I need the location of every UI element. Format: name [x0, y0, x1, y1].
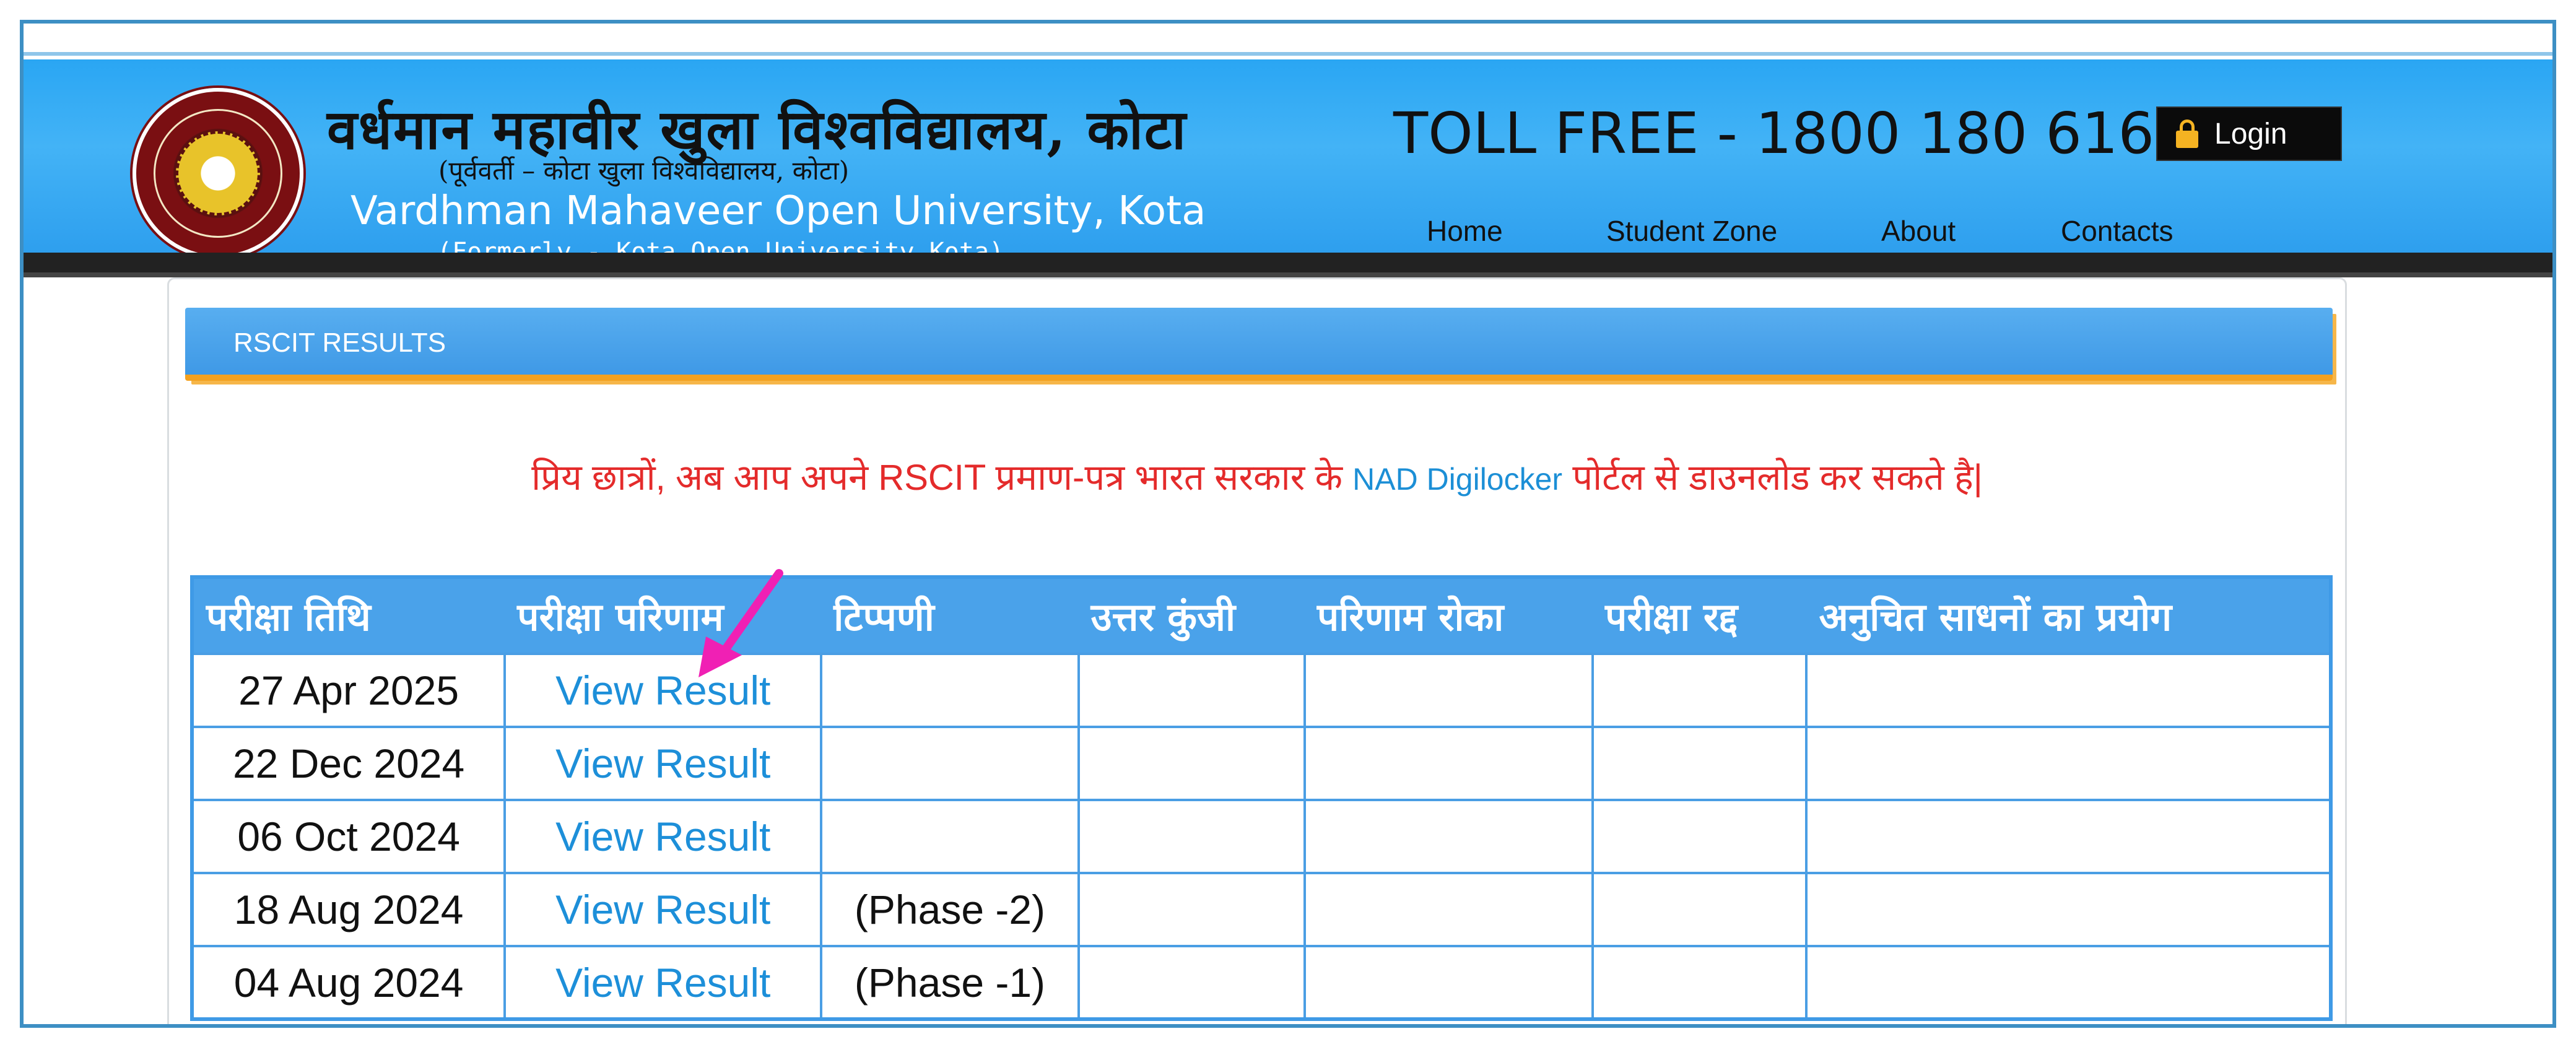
seal-emblem — [176, 131, 260, 215]
withheld-cell — [1303, 653, 1595, 728]
unfair-means-cell — [1805, 799, 2332, 874]
cancelled-cell — [1591, 799, 1808, 874]
view-result-link[interactable]: View Result — [503, 945, 823, 1020]
notice-text-after: पोर्टल से डाउनलोड कर सकते है| — [1562, 458, 1983, 498]
col-unfair-means: अनुचित साधनों का प्रयोग — [1806, 577, 2331, 654]
remark-cell — [820, 799, 1080, 874]
view-result-link[interactable]: View Result — [503, 799, 823, 874]
results-table: परीक्षा तिथि परीक्षा परिणाम टिप्पणी उत्त… — [190, 575, 2333, 1021]
table-row: 06 Oct 2024 View Result — [190, 799, 2332, 874]
top-strip — [24, 24, 2552, 56]
unfair-means-cell — [1805, 872, 2332, 947]
site-subtitle-hindi: (पूर्ववर्ती – कोटा खुला विश्वविद्यालय, क… — [438, 155, 850, 186]
section-title: RSCIT RESULTS — [233, 328, 446, 358]
exam-date-cell: 27 Apr 2025 — [190, 653, 507, 728]
remark-cell: (Phase -1) — [820, 945, 1080, 1020]
login-button[interactable]: Login — [2156, 106, 2342, 161]
withheld-cell — [1303, 872, 1595, 947]
notice-text-before: प्रिय छात्रों, अब आप अपने RSCIT प्रमाण-प… — [531, 458, 1353, 498]
withheld-cell — [1303, 945, 1595, 1020]
exam-date-cell: 22 Dec 2024 — [190, 726, 507, 801]
col-exam-date: परीक्षा तिथि — [192, 577, 505, 654]
table-row: 22 Dec 2024 View Result — [190, 726, 2332, 801]
results-panel: RSCIT RESULTS प्रिय छात्रों, अब आप अपने … — [167, 277, 2347, 1024]
unfair-means-cell — [1805, 726, 2332, 801]
col-result-withheld: परिणाम रोका — [1304, 577, 1593, 654]
view-result-link[interactable]: View Result — [503, 726, 823, 801]
table-row: 04 Aug 2024 View Result (Phase -1) — [190, 945, 2332, 1020]
answer-key-cell — [1077, 945, 1306, 1020]
exam-date-cell: 04 Aug 2024 — [190, 945, 507, 1020]
cancelled-cell — [1591, 872, 1808, 947]
unfair-means-cell — [1805, 945, 2332, 1020]
col-remark: टिप्पणी — [821, 577, 1079, 654]
digilocker-notice: प्रिय छात्रों, अब आप अपने RSCIT प्रमाण-प… — [169, 451, 2345, 500]
table-header: परीक्षा तिथि परीक्षा परिणाम टिप्पणी उत्त… — [192, 577, 2331, 654]
cancelled-cell — [1591, 945, 1808, 1020]
nav-home[interactable]: Home — [1427, 214, 1503, 258]
answer-key-cell — [1077, 872, 1306, 947]
col-exam-cancelled: परीक्षा रद्द — [1593, 577, 1807, 654]
nav-student-zone[interactable]: Student Zone — [1606, 214, 1777, 258]
nav-about[interactable]: About — [1881, 214, 1956, 258]
remark-cell — [820, 726, 1080, 801]
login-label: Login — [2214, 117, 2287, 150]
withheld-cell — [1303, 799, 1595, 874]
unfair-means-cell — [1805, 653, 2332, 728]
exam-date-cell: 06 Oct 2024 — [190, 799, 507, 874]
exam-date-cell: 18 Aug 2024 — [190, 872, 507, 947]
cancelled-cell — [1591, 726, 1808, 801]
site-header: वर्धमान महावीर खुला विश्वविद्यालय, कोटा … — [24, 59, 2552, 266]
header-divider-shadow — [24, 272, 2552, 277]
header-divider — [24, 253, 2552, 272]
section-header: RSCIT RESULTS — [185, 308, 2333, 381]
col-answer-key: उत्तर कुंजी — [1078, 577, 1305, 654]
withheld-cell — [1303, 726, 1595, 801]
toll-free-number: TOLL FREE - 1800 180 6166 — [1393, 100, 2191, 167]
table-row: 18 Aug 2024 View Result (Phase -2) — [190, 872, 2332, 947]
answer-key-cell — [1077, 726, 1306, 801]
browser-frame: वर्धमान महावीर खुला विश्वविद्यालय, कोटा … — [20, 20, 2556, 1028]
remark-cell: (Phase -2) — [820, 872, 1080, 947]
view-result-link[interactable]: View Result — [503, 872, 823, 947]
remark-cell — [820, 653, 1080, 728]
table-header-row: परीक्षा तिथि परीक्षा परिणाम टिप्पणी उत्त… — [192, 577, 2331, 654]
cancelled-cell — [1591, 653, 1808, 728]
nav-contacts[interactable]: Contacts — [2061, 214, 2174, 258]
answer-key-cell — [1077, 799, 1306, 874]
nad-digilocker-link[interactable]: NAD Digilocker — [1352, 462, 1562, 497]
lock-icon — [2176, 119, 2198, 148]
university-seal-icon[interactable] — [133, 88, 303, 259]
site-title-english: Vardhman Mahaveer Open University, Kota — [350, 188, 1206, 234]
table-row: 27 Apr 2025 View Result — [190, 653, 2332, 728]
answer-key-cell — [1077, 653, 1306, 728]
pointer-arrow-icon — [698, 569, 783, 677]
